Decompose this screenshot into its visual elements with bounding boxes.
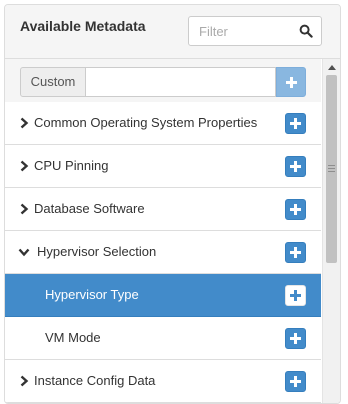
tree-item-hypervisor-type[interactable]: Hypervisor Type xyxy=(5,274,321,317)
scroll-grip-line xyxy=(328,165,335,166)
plus-icon xyxy=(290,376,301,387)
tree-item-label: Instance Config Data xyxy=(34,373,156,388)
add-item-button[interactable] xyxy=(285,242,306,263)
plus-icon xyxy=(290,204,301,215)
scroll-grip-line xyxy=(328,171,335,172)
custom-metadata-row: Custom xyxy=(5,59,321,103)
tree-item-common-os-properties[interactable]: Common Operating System Properties xyxy=(5,102,321,145)
tree-item-label: VM Mode xyxy=(45,330,101,345)
tree-item-label: Hypervisor Selection xyxy=(37,244,157,259)
chevron-right-icon[interactable] xyxy=(19,203,29,215)
add-item-button[interactable] xyxy=(285,199,306,220)
filter-input[interactable] xyxy=(189,17,293,45)
tree-item-database-software[interactable]: Database Software xyxy=(5,188,321,231)
vertical-scrollbar[interactable] xyxy=(322,59,340,403)
add-item-button[interactable] xyxy=(285,113,306,134)
custom-metadata-input[interactable] xyxy=(85,67,276,97)
tree-item-instance-config-data[interactable]: Instance Config Data xyxy=(5,360,321,403)
tree-item-vm-mode[interactable]: VM Mode xyxy=(5,317,321,360)
available-metadata-panel: Available Metadata Custom xyxy=(4,4,341,404)
scroll-thumb[interactable] xyxy=(326,75,337,263)
chevron-down-icon[interactable] xyxy=(18,247,30,257)
chevron-right-icon[interactable] xyxy=(19,117,29,129)
chevron-right-icon[interactable] xyxy=(19,160,29,172)
panel-header: Available Metadata xyxy=(5,5,340,59)
tree-item-label: Hypervisor Type xyxy=(45,287,139,302)
plus-icon xyxy=(290,161,301,172)
filter-box[interactable] xyxy=(188,16,322,46)
panel-title: Available Metadata xyxy=(20,18,146,34)
plus-icon xyxy=(286,77,297,88)
plus-icon xyxy=(290,333,301,344)
add-custom-button[interactable] xyxy=(276,67,306,97)
add-item-button[interactable] xyxy=(285,285,306,306)
search-icon[interactable] xyxy=(299,24,313,38)
metadata-tree: Custom Common Operating System Propertie… xyxy=(5,59,340,403)
chevron-right-icon[interactable] xyxy=(19,375,29,387)
tree-item-label: Common Operating System Properties xyxy=(34,115,258,130)
plus-icon xyxy=(290,118,301,129)
plus-icon xyxy=(290,247,301,258)
tree-item-hypervisor-selection[interactable]: Hypervisor Selection xyxy=(5,231,321,274)
tree-item-label: Database Software xyxy=(34,201,145,216)
plus-icon xyxy=(290,290,301,301)
tree-item-cpu-pinning[interactable]: CPU Pinning xyxy=(5,145,321,188)
metadata-list: Custom Common Operating System Propertie… xyxy=(5,59,321,403)
scroll-up-arrow-icon[interactable] xyxy=(328,65,336,70)
add-item-button[interactable] xyxy=(285,328,306,349)
scroll-grip-line xyxy=(328,168,335,169)
custom-addon-label: Custom xyxy=(20,67,86,97)
add-item-button[interactable] xyxy=(285,371,306,392)
add-item-button[interactable] xyxy=(285,156,306,177)
tree-item-label: CPU Pinning xyxy=(34,158,109,173)
